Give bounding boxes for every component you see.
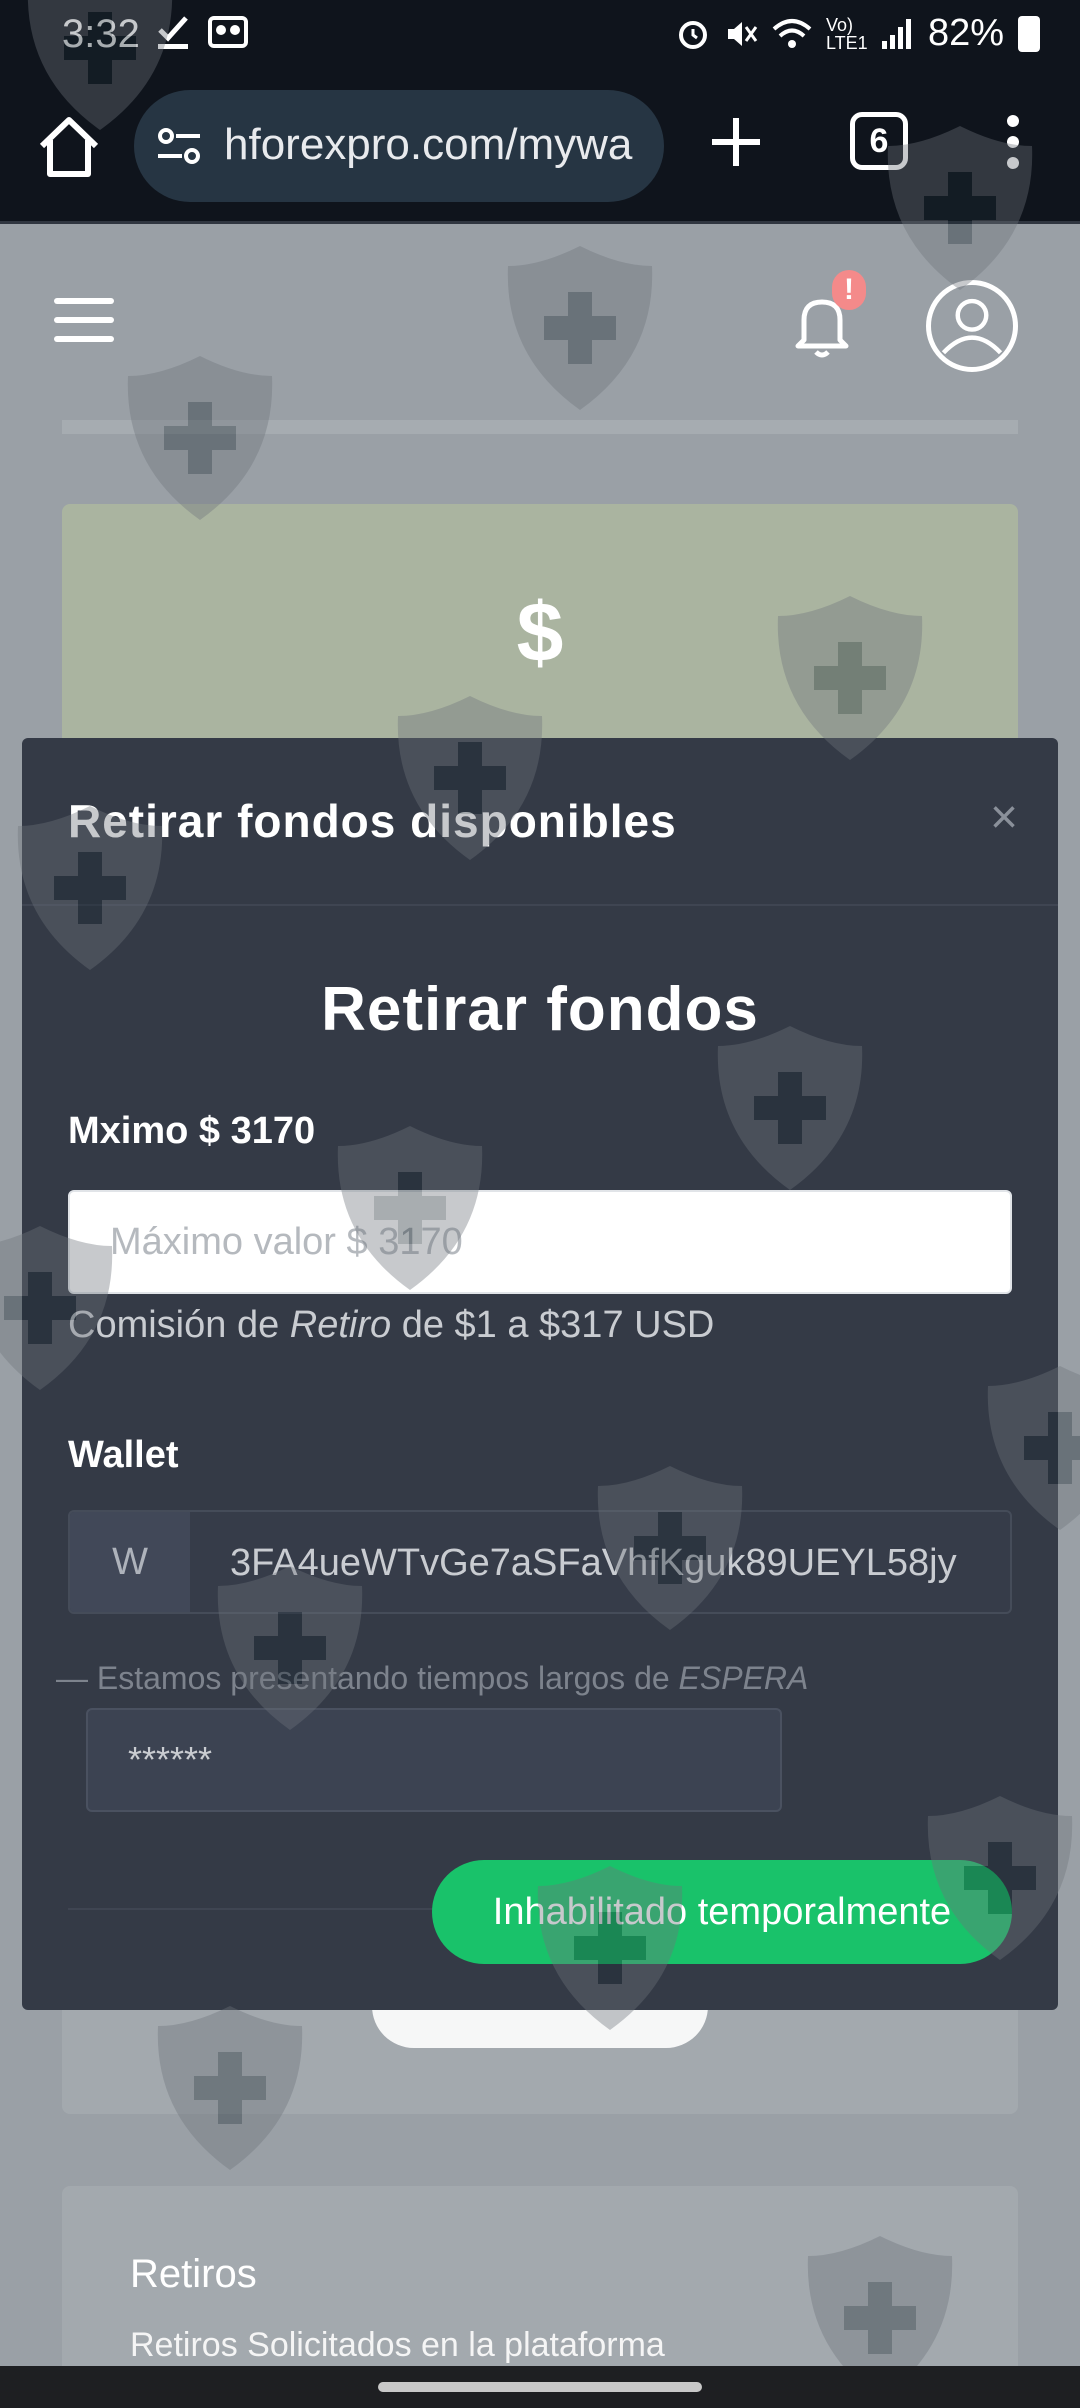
user-avatar-icon[interactable]: [926, 280, 1018, 372]
home-icon[interactable]: [34, 112, 104, 182]
voicemail-icon: [208, 16, 248, 48]
modal-header: Retirar fondos disponibles ×: [22, 738, 1058, 906]
header-divider: [62, 420, 1018, 434]
status-bar: 3:32 Vo) LTE1 82%: [0, 0, 1080, 72]
signal-icon: [881, 18, 911, 49]
new-tab-icon[interactable]: [704, 110, 768, 174]
fee-text-end: de $1 a $317 USD: [391, 1304, 715, 1346]
close-icon[interactable]: ×: [990, 790, 1018, 845]
hamburger-menu-icon[interactable]: [54, 298, 114, 342]
fee-text: Comisión de Retiro de $1 a $317 USD: [68, 1304, 714, 1347]
status-system-icons: Vo) LTE1 82%: [676, 12, 1040, 55]
site-settings-icon[interactable]: [156, 126, 202, 166]
password-field[interactable]: ******: [86, 1708, 782, 1812]
tabs-icon[interactable]: 6: [850, 112, 908, 170]
fee-text-emphasis: Retiro: [289, 1304, 392, 1346]
url-text: hforexpro.com/mywa: [224, 120, 633, 169]
check-download-icon: [158, 16, 188, 49]
wait-notice-start: — Estamos presentando tiempos largos de: [56, 1660, 679, 1696]
status-notification-icons: [156, 14, 248, 50]
address-bar[interactable]: hforexpro.com/mywa: [134, 90, 664, 202]
amount-input[interactable]: [68, 1190, 1012, 1294]
battery-icon: [1018, 15, 1040, 52]
dollar-symbol: $: [516, 585, 564, 679]
form-heading: Retirar fondos: [321, 975, 759, 1044]
wallet-field[interactable]: W 3FA4ueWTvGe7aSFaVhfKguk89UEYL58jy: [68, 1510, 1012, 1614]
max-amount-label: Mximo $ 3170: [68, 1110, 316, 1152]
wait-notice: — Estamos presentando tiempos largos de …: [56, 1660, 808, 1697]
notification-badge: !: [832, 270, 866, 310]
more-menu-icon[interactable]: [998, 114, 1028, 170]
wallet-prefix: W: [70, 1512, 190, 1612]
gesture-handle[interactable]: [378, 2382, 702, 2392]
fee-text-start: Comisión de: [68, 1304, 290, 1346]
mute-icon: [727, 21, 758, 46]
alarm-icon: [678, 20, 707, 49]
submit-disabled-button[interactable]: Inhabilitado temporalmente: [432, 1860, 1012, 1964]
status-time: 3:32: [62, 12, 140, 56]
wallet-label: Wallet: [68, 1434, 179, 1476]
modal-title: Retirar fondos disponibles: [68, 795, 677, 847]
browser-toolbar: hforexpro.com/mywa 6: [0, 72, 1080, 224]
retiros-title: Retiros: [130, 2252, 257, 2296]
wifi-icon: [772, 18, 812, 48]
retiros-subtitle: Retiros Solicitados en la plataforma: [130, 2326, 665, 2364]
battery-level: 82%: [927, 12, 1004, 54]
system-nav-bar: [0, 2366, 1080, 2408]
network-type: Vo) LTE1: [825, 14, 868, 53]
wait-notice-emphasis: ESPERA: [678, 1660, 809, 1696]
wallet-address: 3FA4ueWTvGe7aSFaVhfKguk89UEYL58jy: [230, 1542, 957, 1584]
withdraw-modal: Retirar fondos disponibles × Retirar fon…: [22, 738, 1058, 2010]
